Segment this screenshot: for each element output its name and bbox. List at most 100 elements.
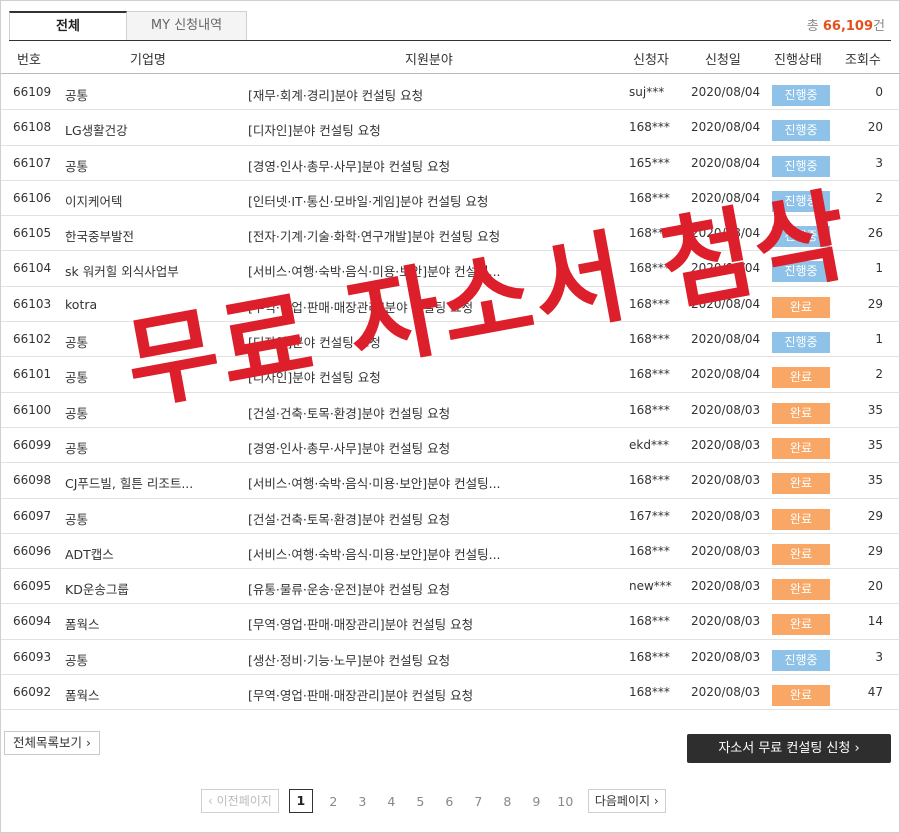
table-row[interactable]: 66100 공통 [건설·건축·토목·환경]분야 컨설팅 요청 168*** 2020/… bbox=[1, 393, 900, 428]
page-number-4[interactable]: 4 bbox=[377, 794, 406, 809]
row-field-link[interactable]: [무역·영업·판매·매장관리]분야 컨설팅 요청 bbox=[248, 685, 608, 704]
row-number: 66109 bbox=[13, 85, 52, 99]
tab-all[interactable]: 전체 bbox=[9, 11, 127, 41]
table-row[interactable]: 66105 한국중부발전 [전자·기계·기술·화학·연구개발]분야 컨설팅 요청 16… bbox=[1, 216, 900, 252]
row-number: 66092 bbox=[13, 685, 52, 700]
row-field-link[interactable]: [경영·인사·총무·사무]분야 컨설팅 요청 bbox=[248, 438, 608, 457]
row-company: 공통 bbox=[65, 405, 89, 421]
row-company: ADT캡스 bbox=[65, 546, 114, 562]
row-number: 66097 bbox=[13, 508, 52, 523]
page-number-6[interactable]: 6 bbox=[435, 794, 464, 809]
row-field-link[interactable]: [인터넷·IT·통신·모바일·게임]분야 컨설팅 요청 bbox=[248, 191, 608, 210]
row-company: 공통 bbox=[65, 440, 89, 456]
row-views: 35 bbox=[867, 473, 883, 488]
row-field-link[interactable]: [생산·정비·기능·노무]분야 컨설팅 요청 bbox=[248, 650, 608, 669]
table-row[interactable]: 66096 ADT캡스 [서비스·여행·숙박·음식·미용·보안]분야 컨설팅... 1… bbox=[1, 534, 900, 570]
table-row[interactable]: 66107 공통 [경영·인사·총무·사무]분야 컨설팅 요청 165*** 2020/… bbox=[1, 146, 900, 181]
row-applicant: 168*** bbox=[629, 614, 670, 629]
status-badge: 완료 bbox=[772, 579, 830, 601]
row-applicant: 167*** bbox=[629, 508, 670, 523]
row-field-link[interactable]: [디자인]분야 컨설팅 요청 bbox=[248, 367, 608, 386]
row-views: 1 bbox=[875, 332, 883, 347]
row-field-link[interactable]: [서비스·여행·숙박·음식·미용·보안]분야 컨설팅... bbox=[248, 261, 608, 280]
row-field-link[interactable]: [건설·건축·토목·환경]분야 컨설팅 요청 bbox=[248, 403, 608, 422]
row-company: 공통 bbox=[65, 511, 89, 527]
row-field-link[interactable]: [전자·기계·기술·화학·연구개발]분야 컨설팅 요청 bbox=[248, 226, 608, 245]
next-page-button[interactable]: 다음페이지 › bbox=[587, 789, 666, 813]
table-row[interactable]: 66099 공통 [경영·인사·총무·사무]분야 컨설팅 요청 ekd*** 2020/… bbox=[1, 428, 900, 464]
table-row[interactable]: 66106 이지케어텍 [인터넷·IT·통신·모바일·게임]분야 컨설팅 요청 168… bbox=[1, 181, 900, 217]
row-company: 공통 bbox=[65, 335, 89, 351]
table-row[interactable]: 66092 폼웍스 [무역·영업·판매·매장관리]분야 컨설팅 요청 168*** 20… bbox=[1, 675, 900, 711]
table-row[interactable]: 66109 공통 [재무·회계·경리]분야 컨설팅 요청 suj*** 2020/08/… bbox=[1, 75, 900, 111]
full-list-button[interactable]: 전체목록보기 › bbox=[4, 731, 100, 755]
table-row[interactable]: 66104 sk 워커힐 외식사업부 [서비스·여행·숙박·음식·미용·보안]분야 … bbox=[1, 251, 900, 287]
row-field-link[interactable]: [디자인]분야 컨설팅 요청 bbox=[248, 332, 608, 351]
row-company: KD운송그룹 bbox=[65, 582, 129, 598]
status-badge: 완료 bbox=[772, 614, 830, 636]
total-number: 66,109 bbox=[822, 19, 874, 34]
col-company: 기업명 bbox=[130, 53, 166, 68]
apply-consulting-button[interactable]: 자소서 무료 컨설팅 신청 › bbox=[687, 734, 891, 763]
row-field-link[interactable]: [디자인]분야 컨설팅 요청 bbox=[248, 120, 608, 139]
row-applicant: new*** bbox=[629, 579, 672, 594]
row-field-link[interactable]: [유통·물류·운송·운전]분야 컨설팅 요청 bbox=[248, 579, 608, 598]
status-badge: 완료 bbox=[772, 543, 830, 565]
page-number-2[interactable]: 2 bbox=[319, 794, 348, 809]
page-number-3[interactable]: 3 bbox=[348, 794, 377, 809]
row-number: 66094 bbox=[13, 614, 52, 629]
page-number-8[interactable]: 8 bbox=[493, 794, 522, 809]
table-row[interactable]: 66102 공통 [디자인]분야 컨설팅 요청 168*** 2020/08/04 1 진행… bbox=[1, 322, 900, 358]
total-prefix: 총 bbox=[806, 19, 819, 34]
row-date: 2020/08/03 bbox=[691, 508, 761, 523]
row-views: 47 bbox=[867, 685, 883, 700]
row-number: 66093 bbox=[13, 649, 52, 664]
row-number: 66108 bbox=[13, 120, 52, 135]
row-company: 폼웍스 bbox=[65, 688, 100, 704]
status-badge: 완료 bbox=[772, 473, 830, 495]
table-row[interactable]: 66101 공통 [디자인]분야 컨설팅 요청 168*** 2020/08/04 2 완료 bbox=[1, 357, 900, 393]
row-applicant: 168*** bbox=[629, 190, 670, 205]
tab-my-applications[interactable]: MY 신청내역 bbox=[127, 11, 247, 41]
prev-page-button[interactable]: ‹ 이전페이지 bbox=[201, 789, 279, 813]
row-field-link[interactable]: [서비스·여행·숙박·음식·미용·보안]분야 컨설팅... bbox=[248, 473, 608, 492]
page-number-7[interactable]: 7 bbox=[464, 794, 493, 809]
row-company: 폼웍스 bbox=[65, 617, 100, 633]
page-number-10[interactable]: 10 bbox=[551, 794, 580, 809]
row-views: 29 bbox=[867, 508, 883, 523]
row-company: 공통 bbox=[65, 370, 89, 386]
row-number: 66098 bbox=[13, 473, 52, 488]
row-field-link[interactable]: [무역·영업·판매·매장관리]분야 컨설팅 요청 bbox=[248, 614, 608, 633]
page-number-9[interactable]: 9 bbox=[522, 794, 551, 809]
row-applicant: 168*** bbox=[629, 367, 670, 382]
table-row[interactable]: 66103 kotra [무역·영업·판매·매장관리]분야 컨설팅 요청 168***… bbox=[1, 287, 900, 323]
row-field-link[interactable]: [무역·영업·판매·매장관리]분야 컨설팅 요청 bbox=[248, 297, 608, 316]
status-badge: 진행중 bbox=[772, 120, 830, 142]
row-field-link[interactable]: [경영·인사·총무·사무]분야 컨설팅 요청 bbox=[248, 156, 608, 175]
row-views: 0 bbox=[875, 85, 883, 99]
row-applicant: 168*** bbox=[629, 226, 670, 241]
table-row[interactable]: 66108 LG생활건강 [디자인]분야 컨설팅 요청 168*** 2020/08/0… bbox=[1, 110, 900, 146]
table-row[interactable]: 66094 폼웍스 [무역·영업·판매·매장관리]분야 컨설팅 요청 168*** 20… bbox=[1, 604, 900, 640]
table-row[interactable]: 66095 KD운송그룹 [유통·물류·운송·운전]분야 컨설팅 요청 new*** 2… bbox=[1, 569, 900, 605]
row-company: LG생활건강 bbox=[65, 123, 128, 139]
row-number: 66101 bbox=[13, 367, 52, 382]
status-badge: 완료 bbox=[772, 437, 830, 459]
row-number: 66104 bbox=[13, 261, 52, 276]
row-date: 2020/08/04 bbox=[691, 332, 761, 347]
table-row[interactable]: 66093 공통 [생산·정비·기능·노무]분야 컨설팅 요청 168*** 2020/… bbox=[1, 640, 900, 676]
row-company: 한국중부발전 bbox=[65, 229, 135, 245]
row-field-link[interactable]: [건설·건축·토목·환경]분야 컨설팅 요청 bbox=[248, 509, 608, 528]
row-date: 2020/08/04 bbox=[691, 85, 761, 99]
status-badge: 완료 bbox=[772, 402, 830, 424]
tab-bar: 전체 MY 신청내역 bbox=[9, 11, 247, 41]
page-number-5[interactable]: 5 bbox=[406, 794, 435, 809]
row-field-link[interactable]: [재무·회계·경리]분야 컨설팅 요청 bbox=[248, 85, 608, 104]
table-row[interactable]: 66098 CJ푸드빌, 힐튼 리조트... [서비스·여행·숙박·음식·미용·보안… bbox=[1, 463, 900, 499]
row-date: 2020/08/03 bbox=[691, 579, 761, 594]
table-row[interactable]: 66097 공통 [건설·건축·토목·환경]분야 컨설팅 요청 167*** 2020/… bbox=[1, 499, 900, 534]
row-field-link[interactable]: [서비스·여행·숙박·음식·미용·보안]분야 컨설팅... bbox=[248, 544, 608, 563]
row-applicant: 165*** bbox=[629, 155, 670, 170]
row-views: 2 bbox=[875, 190, 883, 205]
page-number-1[interactable]: 1 bbox=[288, 789, 313, 813]
